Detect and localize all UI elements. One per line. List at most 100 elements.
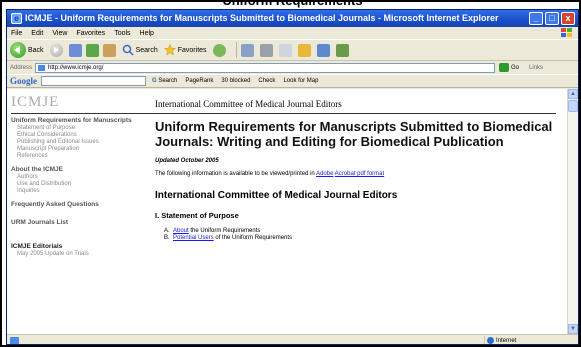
ie-icon: e: [11, 13, 22, 24]
search-label: Search: [135, 46, 158, 54]
search-icon: [122, 44, 134, 56]
google-logo: Google: [10, 76, 37, 86]
google-search-button[interactable]: G Search: [152, 78, 177, 84]
list-item: B. Potential Users of the Uniform Require…: [164, 235, 555, 242]
menu-view[interactable]: View: [52, 30, 67, 37]
address-label: Address: [10, 64, 33, 71]
site-logo[interactable]: ICMJE: [11, 94, 59, 111]
window-controls: _ □ x: [529, 12, 575, 25]
back-label: Back: [28, 46, 44, 54]
messenger-icon[interactable]: [316, 43, 330, 57]
page-viewport: ICMJE International Committee of Medical…: [7, 89, 569, 334]
mail-icon[interactable]: [240, 43, 254, 57]
nav-group-urm: Uniform Requirements for Manuscripts Sta…: [11, 117, 151, 160]
forward-button[interactable]: [49, 43, 63, 57]
minimize-button[interactable]: _: [529, 12, 543, 25]
section-heading: I. Statement of Purpose: [155, 211, 239, 220]
pagerank-label: PageRank: [185, 78, 214, 84]
about-link[interactable]: About: [173, 228, 189, 234]
close-button[interactable]: x: [561, 12, 575, 25]
list-item-text: the Uniform Requirements: [188, 228, 261, 234]
title-bar: e ICMJE - Uniform Requirements for Manus…: [7, 10, 578, 27]
menu-favorites[interactable]: Favorites: [76, 30, 105, 37]
site-header: International Committee of Medical Journ…: [155, 99, 342, 109]
menu-help[interactable]: Help: [140, 30, 154, 37]
print-icon[interactable]: [259, 43, 273, 57]
research-icon[interactable]: [335, 43, 349, 57]
document-title: Uniform Requirements for Manuscripts Sub…: [155, 119, 553, 149]
page-status-icon: [10, 336, 19, 344]
nav-heading-editorials[interactable]: ICMJE Editorials: [11, 243, 151, 251]
favorites-label: Favorites: [177, 46, 207, 54]
windows-logo-icon: [561, 28, 572, 37]
address-input[interactable]: http://www.icmje.org/: [35, 62, 496, 73]
forward-arrow-icon: [49, 43, 63, 57]
nav-group-journals: URM Journals List: [11, 219, 151, 227]
nav-group-editorials: ICMJE Editorials May 2005 Update on Tria…: [11, 243, 151, 258]
menu-tools[interactable]: Tools: [114, 30, 130, 37]
browser-window: e ICMJE - Uniform Requirements for Manus…: [6, 9, 579, 345]
address-url: http://www.icmje.org/: [48, 64, 104, 71]
header-divider: [11, 113, 556, 114]
google-search-label: Search: [158, 78, 178, 84]
list-item-text: of the Uniform Requirements: [213, 235, 293, 241]
toolbar-separator: [235, 42, 237, 58]
nav-heading-faq[interactable]: Frequently Asked Questions: [11, 201, 151, 209]
search-button[interactable]: Search: [122, 44, 158, 56]
nav-item-statement[interactable]: Statement of Purpose: [11, 125, 151, 132]
vertical-scrollbar[interactable]: ▲ ▼: [567, 89, 578, 334]
nav-item-inquiries[interactable]: Inquiries: [11, 188, 151, 195]
edit-icon[interactable]: [278, 43, 292, 57]
favorites-button[interactable]: Favorites: [163, 44, 207, 56]
go-arrow-icon[interactable]: [499, 63, 510, 72]
adobe-link[interactable]: Adobe: [316, 171, 333, 177]
popup-blocker[interactable]: 30 blocked: [221, 78, 250, 84]
spellcheck-button[interactable]: Check: [258, 78, 275, 84]
contents-list: A. About the Uniform Requirements B. Poten…: [155, 228, 555, 242]
toolbar: Back Search Favorites: [7, 39, 578, 61]
list-marker: A.: [164, 228, 170, 234]
list-marker: B.: [164, 235, 170, 241]
nav-item-authors[interactable]: Authors: [11, 174, 151, 181]
nav-heading-about[interactable]: About the ICMJE: [11, 166, 151, 174]
folder-icon[interactable]: [297, 43, 311, 57]
menu-edit[interactable]: Edit: [31, 30, 43, 37]
nav-item-manuscript[interactable]: Manuscript Preparation: [11, 146, 151, 153]
slide-title: Uniform Requirements: [222, 0, 363, 8]
address-bar: Address http://www.icmje.org/ Go Links: [7, 61, 578, 74]
menu-file[interactable]: File: [11, 30, 22, 37]
home-icon[interactable]: [102, 43, 116, 57]
pagerank-indicator[interactable]: PageRank: [185, 78, 213, 84]
potential-users-link[interactable]: Potential Users: [173, 235, 214, 241]
back-arrow-icon: [10, 42, 26, 58]
google-toolbar: Google G Search PageRank 30 blocked Chec…: [7, 74, 578, 88]
scroll-down-icon[interactable]: ▼: [568, 324, 578, 334]
back-button[interactable]: Back: [10, 42, 44, 58]
menu-bar: File Edit View Favorites Tools Help: [7, 27, 578, 39]
nav-heading-urm[interactable]: Uniform Requirements for Manuscripts: [11, 117, 151, 125]
nav-item-references[interactable]: References: [11, 153, 151, 160]
zone-label: Internet: [496, 338, 517, 344]
nav-item-ethical[interactable]: Ethical Considerations: [11, 132, 151, 139]
star-icon: [163, 44, 176, 56]
stop-icon[interactable]: [68, 43, 82, 57]
refresh-icon[interactable]: [85, 43, 99, 57]
google-search-input[interactable]: [41, 76, 146, 86]
acrobat-pdf-link[interactable]: Acrobat pdf format: [335, 171, 384, 177]
nav-heading-journals[interactable]: URM Journals List: [11, 219, 151, 227]
left-nav: Uniform Requirements for Manuscripts Sta…: [11, 117, 151, 264]
scroll-up-icon[interactable]: ▲: [568, 89, 578, 99]
nav-item-publishing[interactable]: Publishing and Editorial Issues: [11, 139, 151, 146]
history-icon[interactable]: [212, 43, 226, 57]
scroll-thumb[interactable]: [568, 100, 578, 112]
updated-date: Updated October 2005: [155, 158, 219, 164]
status-bar: Internet: [7, 334, 578, 344]
links-button[interactable]: Links: [529, 65, 543, 71]
lookfor-map-button[interactable]: Look for Map: [283, 78, 318, 84]
go-button[interactable]: Go: [511, 65, 519, 71]
nav-item-update[interactable]: May 2005 Update on Trials: [11, 251, 151, 258]
nav-item-use[interactable]: Use and Distribution: [11, 181, 151, 188]
maximize-button[interactable]: □: [545, 12, 559, 25]
section-title: International Committee of Medical Journ…: [155, 190, 398, 201]
page-icon: [38, 64, 46, 71]
